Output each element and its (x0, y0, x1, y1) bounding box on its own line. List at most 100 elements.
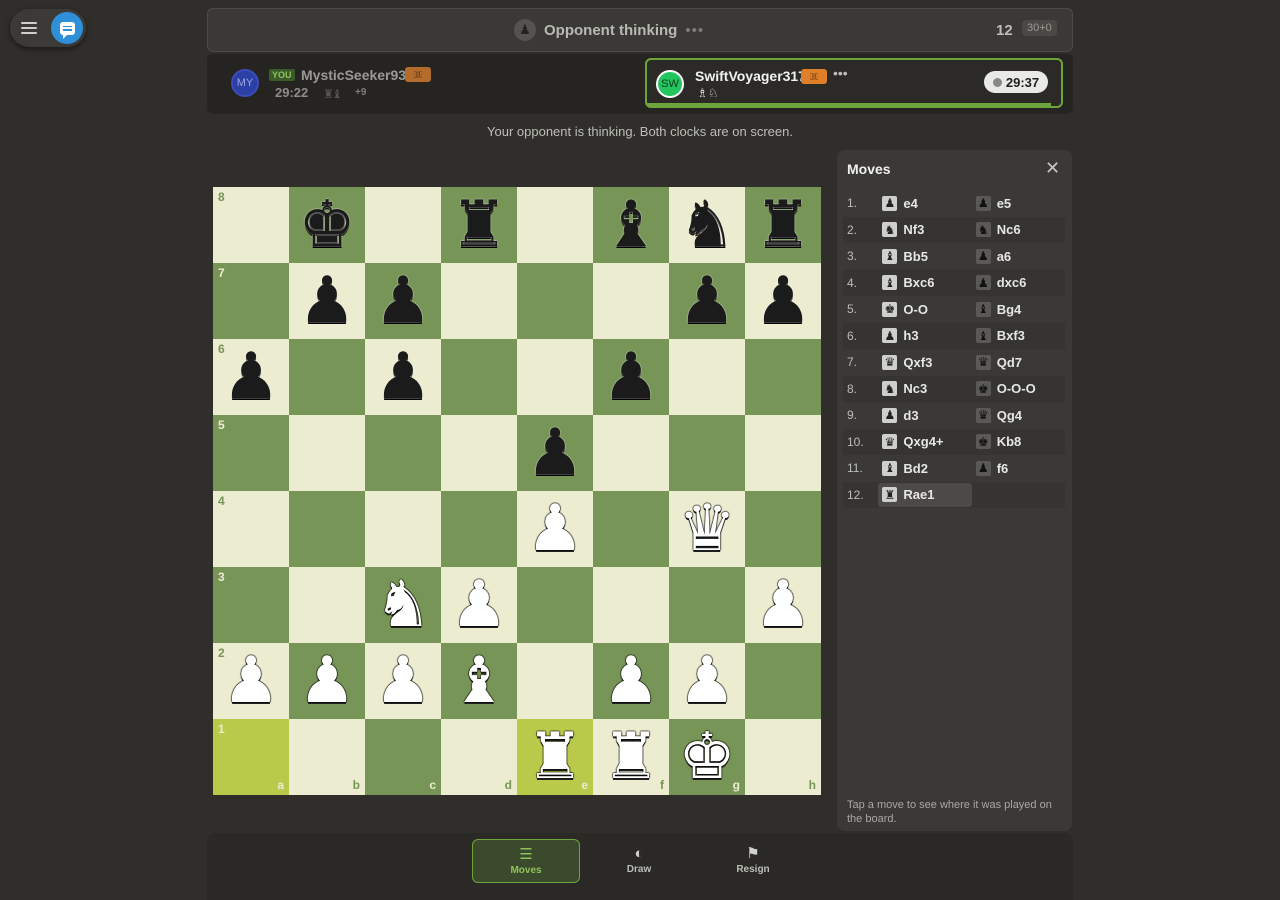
resign-button[interactable]: ⚑ Resign (700, 839, 806, 881)
white-move[interactable]: ♝ Bxc6 (878, 271, 971, 295)
square-a5[interactable]: 5 (213, 415, 289, 491)
white-piece[interactable]: ♟ (222, 649, 279, 713)
white-move[interactable]: ♟ d3 (878, 403, 971, 427)
black-move[interactable]: ♛ Qg4 (972, 403, 1065, 427)
black-piece[interactable]: ♟ (374, 345, 431, 409)
square-d1[interactable]: d (441, 719, 517, 795)
square-d5[interactable] (441, 415, 517, 491)
white-move[interactable]: ♛ Qxg4+ (878, 430, 971, 454)
square-h8[interactable]: ♜ (745, 187, 821, 263)
square-h6[interactable] (745, 339, 821, 415)
square-b2[interactable]: ♟ (289, 643, 365, 719)
square-c6[interactable]: ♟ (365, 339, 441, 415)
square-c4[interactable] (365, 491, 441, 567)
square-a4[interactable]: 4 (213, 491, 289, 567)
black-piece[interactable]: ♟ (222, 345, 279, 409)
white-move[interactable]: ♜ Rae1 (878, 482, 972, 507)
white-piece[interactable]: ♟ (602, 649, 659, 713)
square-f8[interactable]: ♝ (593, 187, 669, 263)
square-h3[interactable]: ♟ (745, 567, 821, 643)
square-b4[interactable] (289, 491, 365, 567)
white-move[interactable]: ♟ e4 (878, 191, 971, 215)
square-a2[interactable]: 2 ♟ (213, 643, 289, 719)
square-g5[interactable] (669, 415, 745, 491)
black-piece[interactable]: ♝ (602, 193, 659, 257)
square-f4[interactable] (593, 491, 669, 567)
square-a8[interactable]: 8 (213, 187, 289, 263)
square-g8[interactable]: ♞ (669, 187, 745, 263)
square-f7[interactable] (593, 263, 669, 339)
black-piece[interactable]: ♞ (678, 193, 735, 257)
white-piece[interactable]: ♞ (374, 573, 431, 637)
square-b3[interactable] (289, 567, 365, 643)
square-d6[interactable] (441, 339, 517, 415)
square-g6[interactable] (669, 339, 745, 415)
close-icon[interactable]: ✕ (1045, 158, 1060, 179)
black-move[interactable]: ♟ dxc6 (972, 271, 1065, 295)
black-piece[interactable]: ♟ (678, 269, 735, 333)
square-c5[interactable] (365, 415, 441, 491)
black-piece[interactable]: ♚ (298, 193, 355, 257)
square-f1[interactable]: f ♜ (593, 719, 669, 795)
square-e4[interactable]: ♟ (517, 491, 593, 567)
black-move[interactable]: ♟ f6 (972, 456, 1065, 480)
white-move[interactable]: ♞ Nf3 (878, 218, 971, 242)
white-piece[interactable]: ♟ (298, 649, 355, 713)
black-move[interactable]: ♟ a6 (972, 244, 1065, 268)
black-piece[interactable]: ♟ (602, 345, 659, 409)
square-c2[interactable]: ♟ (365, 643, 441, 719)
black-move[interactable]: ♞ Nc6 (972, 218, 1065, 242)
square-c7[interactable]: ♟ (365, 263, 441, 339)
square-c3[interactable]: ♞ (365, 567, 441, 643)
square-a3[interactable]: 3 (213, 567, 289, 643)
square-b7[interactable]: ♟ (289, 263, 365, 339)
black-piece[interactable]: ♜ (450, 193, 507, 257)
square-c8[interactable] (365, 187, 441, 263)
square-h1[interactable]: h (745, 719, 821, 795)
square-e5[interactable]: ♟ (517, 415, 593, 491)
white-piece[interactable]: ♜ (602, 725, 659, 789)
black-piece[interactable]: ♟ (754, 269, 811, 333)
square-d8[interactable]: ♜ (441, 187, 517, 263)
black-move[interactable]: ♚ O-O-O (972, 377, 1065, 401)
white-piece[interactable]: ♚ (678, 725, 735, 789)
square-a7[interactable]: 7 (213, 263, 289, 339)
hamburger-menu-icon[interactable] (20, 19, 38, 37)
black-move[interactable]: ♚ Kb8 (972, 430, 1065, 454)
black-move[interactable]: ♝ Bxf3 (972, 324, 1065, 348)
white-move[interactable]: ♟ h3 (878, 324, 971, 348)
black-piece[interactable]: ♟ (374, 269, 431, 333)
white-piece[interactable]: ♛ (678, 497, 735, 561)
square-h2[interactable] (745, 643, 821, 719)
white-piece[interactable]: ♟ (526, 497, 583, 561)
white-piece[interactable]: ♟ (450, 573, 507, 637)
white-piece[interactable]: ♜ (526, 725, 583, 789)
white-move[interactable]: ♚ O-O (878, 297, 971, 321)
white-piece[interactable]: ♟ (374, 649, 431, 713)
square-f2[interactable]: ♟ (593, 643, 669, 719)
opponent-username[interactable]: SwiftVoyager317 (695, 68, 806, 84)
white-piece[interactable]: ♟ (754, 573, 811, 637)
chat-button[interactable] (51, 12, 83, 44)
black-move[interactable]: ♛ Qd7 (972, 350, 1065, 374)
white-piece[interactable]: ♟ (678, 649, 735, 713)
black-piece[interactable]: ♟ (526, 421, 583, 485)
square-b8[interactable]: ♚ (289, 187, 365, 263)
square-d2[interactable]: ♝ (441, 643, 517, 719)
square-e2[interactable] (517, 643, 593, 719)
black-move[interactable]: ♝ Bg4 (972, 297, 1065, 321)
black-piece[interactable]: ♜ (754, 193, 811, 257)
square-f3[interactable] (593, 567, 669, 643)
square-e3[interactable] (517, 567, 593, 643)
white-piece[interactable]: ♝ (450, 649, 507, 713)
chess-board[interactable]: 8 ♚ ♜ ♝ ♞ ♜ 7 ♟ ♟ ♟ ♟ 6 ♟ ♟ ♟ 5 ♟ 4 ♟ ♛ 3 ♞ ♟ ♟ 2 ♟ ♟ ♟ ♝ ♟ ♟ 1 a b c d e ♜ f ♜… (213, 187, 821, 795)
square-g3[interactable] (669, 567, 745, 643)
square-e7[interactable] (517, 263, 593, 339)
square-b1[interactable]: b (289, 719, 365, 795)
square-g4[interactable]: ♛ (669, 491, 745, 567)
square-d4[interactable] (441, 491, 517, 567)
white-move[interactable]: ♝ Bb5 (878, 244, 971, 268)
square-d7[interactable] (441, 263, 517, 339)
square-g2[interactable]: ♟ (669, 643, 745, 719)
square-e8[interactable] (517, 187, 593, 263)
